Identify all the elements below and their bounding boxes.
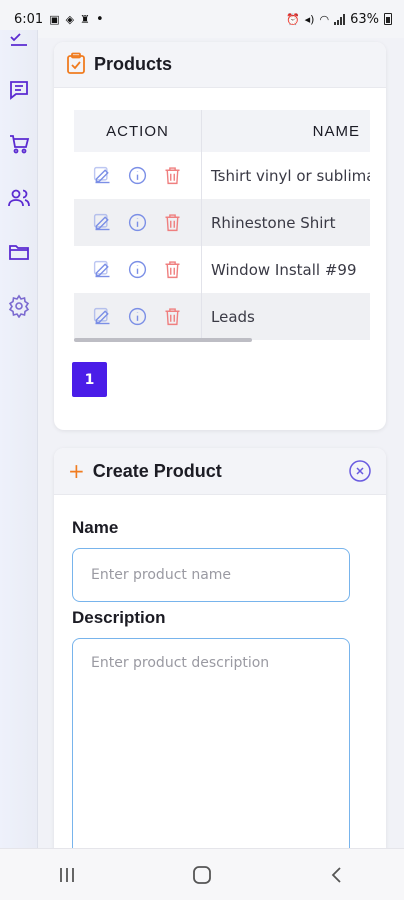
products-header: Products bbox=[54, 42, 386, 88]
plus-icon: + bbox=[68, 459, 85, 483]
name-label: Name bbox=[72, 518, 119, 537]
battery-icon bbox=[384, 13, 392, 25]
main-content: Products ACTION NAME Tshirt vinyl or sub… bbox=[38, 38, 404, 868]
edit-icon[interactable] bbox=[92, 306, 114, 328]
trash-icon[interactable] bbox=[162, 212, 184, 234]
create-product-title: Create Product bbox=[92, 460, 222, 481]
cart-icon[interactable] bbox=[6, 131, 32, 157]
gallery-notification-icon: ▣ bbox=[49, 12, 60, 26]
status-right: ⏰ ◂) ◠ 63% bbox=[286, 12, 392, 27]
table-row: Rhinestone Shirt bbox=[74, 199, 370, 246]
wifi-icon: ◠ bbox=[319, 12, 330, 26]
clipboard-check-icon bbox=[66, 52, 86, 78]
more-notifications-dot: • bbox=[95, 11, 104, 27]
products-title: Products bbox=[94, 54, 173, 74]
row-actions bbox=[74, 199, 202, 246]
description-label: Description bbox=[72, 608, 166, 627]
create-product-header: + Create Product bbox=[54, 448, 386, 495]
folder-icon[interactable] bbox=[6, 239, 32, 265]
products-table: ACTION NAME Tshirt vinyl or sublimation … bbox=[74, 110, 370, 344]
create-product-card: + Create Product Name Enter product name… bbox=[54, 448, 386, 868]
edit-icon[interactable] bbox=[92, 259, 114, 281]
person-notification-icon: ♜ bbox=[80, 12, 90, 26]
name-placeholder: Enter product name bbox=[91, 567, 232, 583]
trash-icon[interactable] bbox=[162, 165, 184, 187]
column-header-name[interactable]: NAME bbox=[202, 123, 370, 140]
product-name: Window Install #99 bbox=[211, 260, 357, 279]
table-header: ACTION NAME bbox=[74, 110, 370, 152]
status-left: 6:01 ▣ ◈ ♜ • bbox=[14, 12, 104, 27]
gear-icon[interactable] bbox=[6, 293, 32, 319]
info-icon[interactable] bbox=[127, 212, 149, 234]
system-nav-bar bbox=[0, 848, 404, 900]
products-card: Products ACTION NAME Tshirt vinyl or sub… bbox=[54, 42, 386, 430]
trash-icon[interactable] bbox=[162, 306, 184, 328]
close-icon[interactable] bbox=[348, 459, 372, 483]
mute-icon: ◂) bbox=[304, 12, 315, 26]
row-actions bbox=[74, 293, 202, 340]
sync-notification-icon: ◈ bbox=[65, 12, 75, 26]
info-icon[interactable] bbox=[127, 306, 149, 328]
description-placeholder: Enter product description bbox=[91, 655, 270, 671]
product-name: Rhinestone Shirt bbox=[211, 213, 336, 232]
home-icon[interactable] bbox=[182, 855, 222, 895]
chat-icon[interactable] bbox=[6, 77, 32, 103]
product-description-input[interactable]: Enter product description bbox=[72, 638, 350, 868]
edit-icon[interactable] bbox=[92, 165, 114, 187]
row-actions bbox=[74, 152, 202, 199]
pagination-page-button[interactable]: 1 bbox=[72, 362, 107, 397]
status-time: 6:01 bbox=[14, 11, 44, 27]
recent-apps-icon[interactable] bbox=[47, 855, 87, 895]
trash-icon[interactable] bbox=[162, 259, 184, 281]
row-actions bbox=[74, 246, 202, 293]
product-name: Leads bbox=[211, 307, 255, 326]
info-icon[interactable] bbox=[127, 259, 149, 281]
horizontal-scrollbar[interactable] bbox=[74, 338, 252, 342]
status-bar: 6:01 ▣ ◈ ♜ • ⏰ ◂) ◠ 63% bbox=[0, 0, 404, 38]
alarm-icon: ⏰ bbox=[285, 12, 300, 26]
users-icon[interactable] bbox=[6, 185, 32, 211]
checklist-icon[interactable] bbox=[6, 30, 32, 56]
sidebar bbox=[0, 30, 38, 848]
column-header-action[interactable]: ACTION bbox=[74, 110, 202, 152]
signal-icon bbox=[334, 13, 346, 25]
table-row: Leads bbox=[74, 293, 370, 340]
table-row: Window Install #99 bbox=[74, 246, 370, 293]
battery-percent: 63% bbox=[350, 11, 379, 27]
product-name: Tshirt vinyl or sublimation bbox=[211, 166, 370, 185]
table-row: Tshirt vinyl or sublimation bbox=[74, 152, 370, 199]
back-icon[interactable] bbox=[317, 855, 357, 895]
edit-icon[interactable] bbox=[92, 212, 114, 234]
product-name-input[interactable]: Enter product name bbox=[72, 548, 350, 602]
info-icon[interactable] bbox=[127, 165, 149, 187]
